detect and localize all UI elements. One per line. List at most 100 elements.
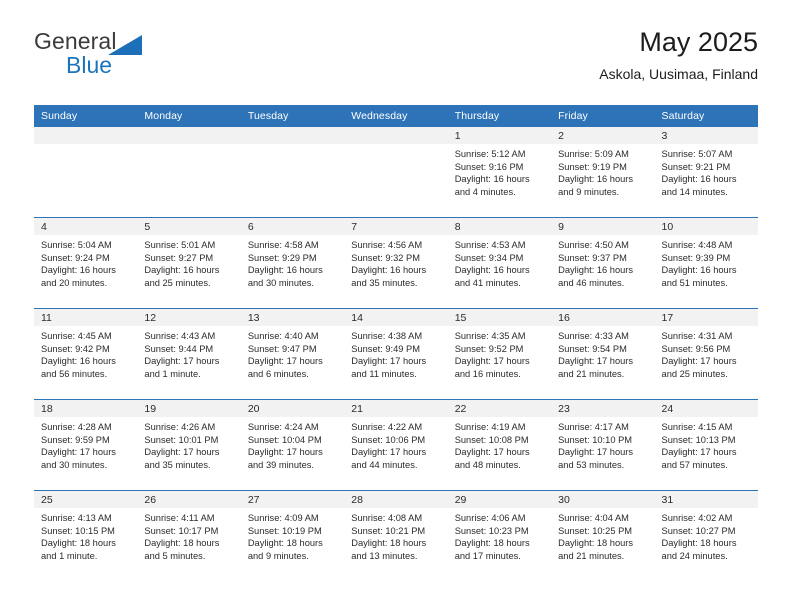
calendar-day-cell[interactable]: 9 Sunrise: 4:50 AM Sunset: 9:37 PM Daylight… — [551, 217, 655, 309]
calendar-day-cell-content: 25 Sunrise: 4:13 AM Sunset: 10:15 PM Daylig… — [34, 491, 138, 581]
calendar-day-cell[interactable]: 19 Sunrise: 4:26 AM Sunset: 10:01 PM Daylig… — [137, 399, 241, 491]
calendar-header-row-group: Sunday Monday Tuesday Wednesday Thursday… — [34, 105, 758, 127]
calendar-day-cell[interactable]: 21 Sunrise: 4:22 AM Sunset: 10:06 PM Daylig… — [344, 399, 448, 491]
sunset-text: Sunset: 9:59 PM — [41, 434, 110, 445]
calendar-day-cell[interactable] — [344, 127, 448, 218]
calendar-day-cell[interactable]: 8 Sunrise: 4:53 AM Sunset: 9:34 PM Daylight… — [447, 217, 552, 309]
daylight-text: Daylight: 17 hours and 16 minutes. — [454, 356, 530, 379]
day-number: 1 — [447, 127, 552, 144]
calendar-day-cell[interactable]: 2 Sunrise: 5:09 AM Sunset: 9:19 PM Daylight… — [551, 127, 655, 218]
calendar-day-cell-content: 22 Sunrise: 4:19 AM Sunset: 10:08 PM Daylig… — [447, 400, 552, 490]
calendar-day-cell-empty — [34, 127, 138, 217]
calendar-day-cell[interactable]: 29 Sunrise: 4:06 AM Sunset: 10:23 PM Daylig… — [447, 490, 552, 581]
calendar-day-cell[interactable]: 4 Sunrise: 5:04 AM Sunset: 9:24 PM Daylight… — [34, 217, 138, 309]
calendar-day-cell[interactable]: 3 Sunrise: 5:07 AM Sunset: 9:21 PM Daylight… — [654, 127, 758, 218]
day-sun-info: Sunrise: 4:04 AM Sunset: 10:25 PM Daylight… — [551, 508, 654, 562]
day-sun-info: Sunrise: 5:09 AM Sunset: 9:19 PM Daylight:… — [551, 144, 654, 198]
day-number — [344, 127, 448, 144]
calendar-day-cell-content: 17 Sunrise: 4:31 AM Sunset: 9:56 PM Dayligh… — [654, 309, 758, 399]
daylight-text: Daylight: 16 hours and 20 minutes. — [41, 265, 116, 288]
day-number: 24 — [654, 400, 758, 417]
calendar-day-cell[interactable]: 17 Sunrise: 4:31 AM Sunset: 9:56 PM Dayligh… — [654, 308, 758, 400]
sunrise-text: Sunrise: 4:09 AM — [247, 513, 319, 523]
day-sun-info: Sunrise: 4:28 AM Sunset: 9:59 PM Daylight:… — [34, 417, 137, 471]
day-sun-info: Sunrise: 4:50 AM Sunset: 9:37 PM Daylight:… — [551, 235, 654, 289]
sunset-text: Sunset: 9:27 PM — [144, 252, 214, 263]
calendar-day-cell[interactable]: 28 Sunrise: 4:08 AM Sunset: 10:21 PM Daylig… — [344, 490, 448, 581]
page-header: General Blue May 2025 Askola, Uusimaa, F… — [34, 26, 758, 96]
calendar-day-cell[interactable]: 5 Sunrise: 5:01 AM Sunset: 9:27 PM Daylight… — [137, 217, 241, 309]
calendar-day-cell[interactable]: 26 Sunrise: 4:11 AM Sunset: 10:17 PM Daylig… — [137, 490, 241, 581]
daylight-text: Daylight: 16 hours and 25 minutes. — [144, 265, 220, 288]
calendar-day-cell-content: 8 Sunrise: 4:53 AM Sunset: 9:34 PM Daylight… — [447, 218, 552, 308]
logo-text-blue: Blue — [66, 52, 113, 78]
calendar-day-cell[interactable]: 7 Sunrise: 4:56 AM Sunset: 9:32 PM Daylight… — [344, 217, 448, 309]
calendar-day-cell-content: 6 Sunrise: 4:58 AM Sunset: 9:29 PM Daylight… — [240, 218, 345, 308]
calendar-day-cell[interactable]: 16 Sunrise: 4:33 AM Sunset: 9:54 PM Dayligh… — [551, 308, 655, 400]
calendar-day-cell-content: 30 Sunrise: 4:04 AM Sunset: 10:25 PM Daylig… — [551, 491, 655, 581]
calendar-day-cell[interactable] — [240, 127, 345, 218]
day-sun-info: Sunrise: 4:38 AM Sunset: 9:49 PM Daylight:… — [344, 326, 447, 380]
daylight-text: Daylight: 16 hours and 35 minutes. — [351, 265, 427, 288]
calendar-day-cell[interactable]: 23 Sunrise: 4:17 AM Sunset: 10:10 PM Daylig… — [551, 399, 655, 491]
calendar-day-cell[interactable]: 30 Sunrise: 4:04 AM Sunset: 10:25 PM Daylig… — [551, 490, 655, 581]
calendar-day-cell-content: 10 Sunrise: 4:48 AM Sunset: 9:39 PM Dayligh… — [654, 218, 758, 308]
calendar-day-cell-content: 4 Sunrise: 5:04 AM Sunset: 9:24 PM Daylight… — [34, 218, 138, 308]
sunrise-text: Sunrise: 4:28 AM — [41, 422, 112, 432]
calendar-day-cell[interactable] — [34, 127, 138, 218]
day-sun-info: Sunrise: 4:53 AM Sunset: 9:34 PM Daylight:… — [448, 235, 551, 289]
calendar-day-cell[interactable]: 24 Sunrise: 4:15 AM Sunset: 10:13 PM Daylig… — [654, 399, 758, 491]
calendar-day-cell[interactable]: 15 Sunrise: 4:35 AM Sunset: 9:52 PM Dayligh… — [447, 308, 552, 400]
calendar-day-cell[interactable]: 6 Sunrise: 4:58 AM Sunset: 9:29 PM Daylight… — [240, 217, 345, 309]
day-number: 10 — [654, 218, 758, 235]
day-sun-info: Sunrise: 4:06 AM Sunset: 10:23 PM Daylight… — [448, 508, 551, 562]
calendar-day-cell[interactable]: 31 Sunrise: 4:02 AM Sunset: 10:27 PM Daylig… — [654, 490, 758, 581]
daylight-text: Daylight: 18 hours and 9 minutes. — [247, 538, 323, 561]
daylight-text: Daylight: 16 hours and 4 minutes. — [454, 174, 530, 197]
daylight-text: Daylight: 17 hours and 11 minutes. — [351, 356, 427, 379]
sunset-text: Sunset: 10:27 PM — [661, 525, 736, 536]
calendar-day-cell[interactable]: 13 Sunrise: 4:40 AM Sunset: 9:47 PM Dayligh… — [240, 308, 345, 400]
sunset-text: Sunset: 10:15 PM — [41, 525, 115, 536]
calendar-day-cell[interactable]: 22 Sunrise: 4:19 AM Sunset: 10:08 PM Daylig… — [447, 399, 552, 491]
calendar-day-cell[interactable]: 11 Sunrise: 4:45 AM Sunset: 9:42 PM Dayligh… — [34, 308, 138, 400]
sunset-text: Sunset: 9:54 PM — [558, 343, 627, 354]
calendar-day-cell[interactable]: 1 Sunrise: 5:12 AM Sunset: 9:16 PM Daylight… — [447, 127, 552, 218]
day-sun-info: Sunrise: 4:40 AM Sunset: 9:47 PM Daylight:… — [241, 326, 344, 380]
calendar-day-cell-content: 13 Sunrise: 4:40 AM Sunset: 9:47 PM Dayligh… — [240, 309, 345, 399]
title-block: May 2025 Askola, Uusimaa, Finland — [599, 26, 758, 83]
calendar-day-cell[interactable]: 12 Sunrise: 4:43 AM Sunset: 9:44 PM Dayligh… — [137, 308, 241, 400]
calendar-day-cell[interactable]: 10 Sunrise: 4:48 AM Sunset: 9:39 PM Dayligh… — [654, 217, 758, 309]
calendar-day-cell[interactable]: 14 Sunrise: 4:38 AM Sunset: 9:49 PM Dayligh… — [344, 308, 448, 400]
calendar-day-cell-content: 1 Sunrise: 5:12 AM Sunset: 9:16 PM Daylight… — [447, 127, 552, 217]
calendar-day-cell-content: 3 Sunrise: 5:07 AM Sunset: 9:21 PM Daylight… — [654, 127, 758, 217]
calendar-week-row: 4 Sunrise: 5:04 AM Sunset: 9:24 PM Daylight… — [34, 217, 758, 309]
day-sun-info: Sunrise: 4:13 AM Sunset: 10:15 PM Daylight… — [34, 508, 137, 562]
calendar-day-cell[interactable]: 18 Sunrise: 4:28 AM Sunset: 9:59 PM Dayligh… — [34, 399, 138, 491]
sunrise-text: Sunrise: 4:53 AM — [454, 240, 526, 250]
calendar-day-cell[interactable]: 25 Sunrise: 4:13 AM Sunset: 10:15 PM Daylig… — [34, 490, 138, 581]
page-subtitle: Askola, Uusimaa, Finland — [599, 66, 758, 82]
calendar-day-cell-content: 20 Sunrise: 4:24 AM Sunset: 10:04 PM Daylig… — [240, 400, 345, 490]
day-sun-info: Sunrise: 4:11 AM Sunset: 10:17 PM Daylight… — [137, 508, 240, 562]
general-blue-logo[interactable]: General Blue — [34, 28, 254, 88]
day-sun-info: Sunrise: 4:24 AM Sunset: 10:04 PM Daylight… — [241, 417, 344, 471]
day-number: 6 — [240, 218, 345, 235]
day-number: 15 — [447, 309, 552, 326]
daylight-text: Daylight: 16 hours and 56 minutes. — [41, 356, 116, 379]
daylight-text: Daylight: 17 hours and 21 minutes. — [558, 356, 634, 379]
day-number: 21 — [344, 400, 448, 417]
weekday-header-monday: Monday — [137, 105, 241, 127]
weekday-header-sunday: Sunday — [34, 105, 138, 127]
calendar-day-cell[interactable] — [137, 127, 241, 218]
calendar-day-cell-content: 5 Sunrise: 5:01 AM Sunset: 9:27 PM Daylight… — [137, 218, 241, 308]
sunrise-text: Sunrise: 4:40 AM — [247, 331, 319, 341]
day-number: 16 — [551, 309, 655, 326]
daylight-text: Daylight: 16 hours and 46 minutes. — [558, 265, 634, 288]
sunrise-text: Sunrise: 4:24 AM — [247, 422, 319, 432]
calendar-day-cell[interactable]: 20 Sunrise: 4:24 AM Sunset: 10:04 PM Daylig… — [240, 399, 345, 491]
sunrise-text: Sunrise: 4:58 AM — [247, 240, 319, 250]
daylight-text: Daylight: 17 hours and 1 minute. — [144, 356, 220, 379]
sunrise-text: Sunrise: 4:35 AM — [454, 331, 526, 341]
calendar-day-cell[interactable]: 27 Sunrise: 4:09 AM Sunset: 10:19 PM Daylig… — [240, 490, 345, 581]
